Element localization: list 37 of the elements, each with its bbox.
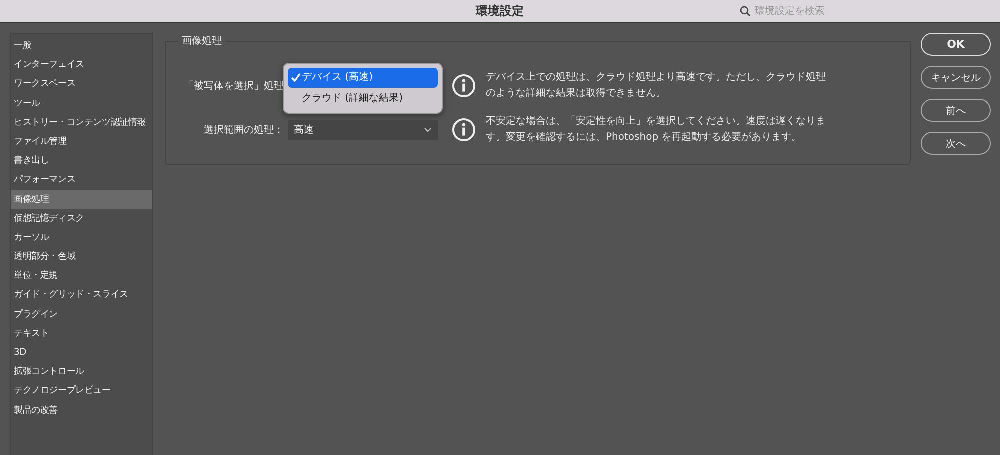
sidebar-item[interactable]: ガイド・グリッド・スライス	[11, 285, 152, 305]
sidebar-item[interactable]: 一般	[11, 36, 152, 56]
setting-label: 「被写体を選択」処理	[183, 80, 284, 93]
description-text: 不安定な場合は、「安定性を向上」を選択してください。速度は遅くなります。変更を確認するには、Photoshop を再起動する必要があります。	[486, 114, 826, 145]
menu-option[interactable]: クラウド (詳細な結果)	[288, 89, 438, 109]
sidebar-item[interactable]: 単位・定規	[11, 266, 152, 286]
sidebar-item[interactable]: インターフェイス	[11, 55, 152, 74]
search-icon	[740, 6, 751, 16]
sidebar-item[interactable]: ファイル管理	[11, 132, 152, 152]
description-text: デバイス上での処理は、クラウド処理より高速です。ただし、クラウド処理のような詳細な結果は取得できません。	[486, 70, 826, 101]
info-icon	[452, 118, 476, 142]
sidebar-item[interactable]: 拡張コントロール	[11, 362, 152, 382]
sidebar-item[interactable]: 透明部分・色域	[11, 247, 152, 266]
sidebar-item[interactable]: 画像処理	[11, 190, 152, 209]
sidebar-item[interactable]: 3D	[11, 343, 152, 362]
setting-label: 選択範囲の処理：	[203, 124, 284, 137]
sidebar-item[interactable]: パフォーマンス	[11, 170, 152, 190]
sidebar-item[interactable]: テキスト	[11, 324, 152, 343]
sidebar-item[interactable]: ツール	[11, 94, 152, 113]
dialog-button[interactable]: 前へ	[921, 99, 991, 122]
sidebar-item[interactable]: ワークスペース	[11, 74, 152, 94]
sidebar-item[interactable]: 書き出し	[11, 151, 152, 170]
sidebar-item[interactable]: プラグイン	[11, 304, 152, 324]
sidebar-item[interactable]: 製品の改善	[11, 400, 152, 420]
sidebar-item[interactable]: ヒストリー・コンテンツ認証情報	[11, 112, 152, 132]
menu-option[interactable]: デバイス (高速)	[288, 68, 438, 88]
window-title: 環境設定	[476, 2, 524, 20]
dialog-button[interactable]: キャンセル	[921, 66, 991, 89]
sidebar-item[interactable]: カーソル	[11, 228, 152, 248]
sidebar-item[interactable]: テクノロジープレビュー	[11, 381, 152, 401]
dialog-button[interactable]: OK	[921, 33, 991, 56]
info-icon	[452, 74, 476, 98]
group-title: 画像処理	[178, 34, 226, 48]
chevron-icon	[424, 127, 432, 133]
dropdown[interactable]: 高速	[288, 120, 438, 140]
sidebar-item[interactable]: 仮想記憶ディスク	[11, 208, 152, 228]
dialog-button[interactable]: 次へ	[921, 132, 991, 155]
